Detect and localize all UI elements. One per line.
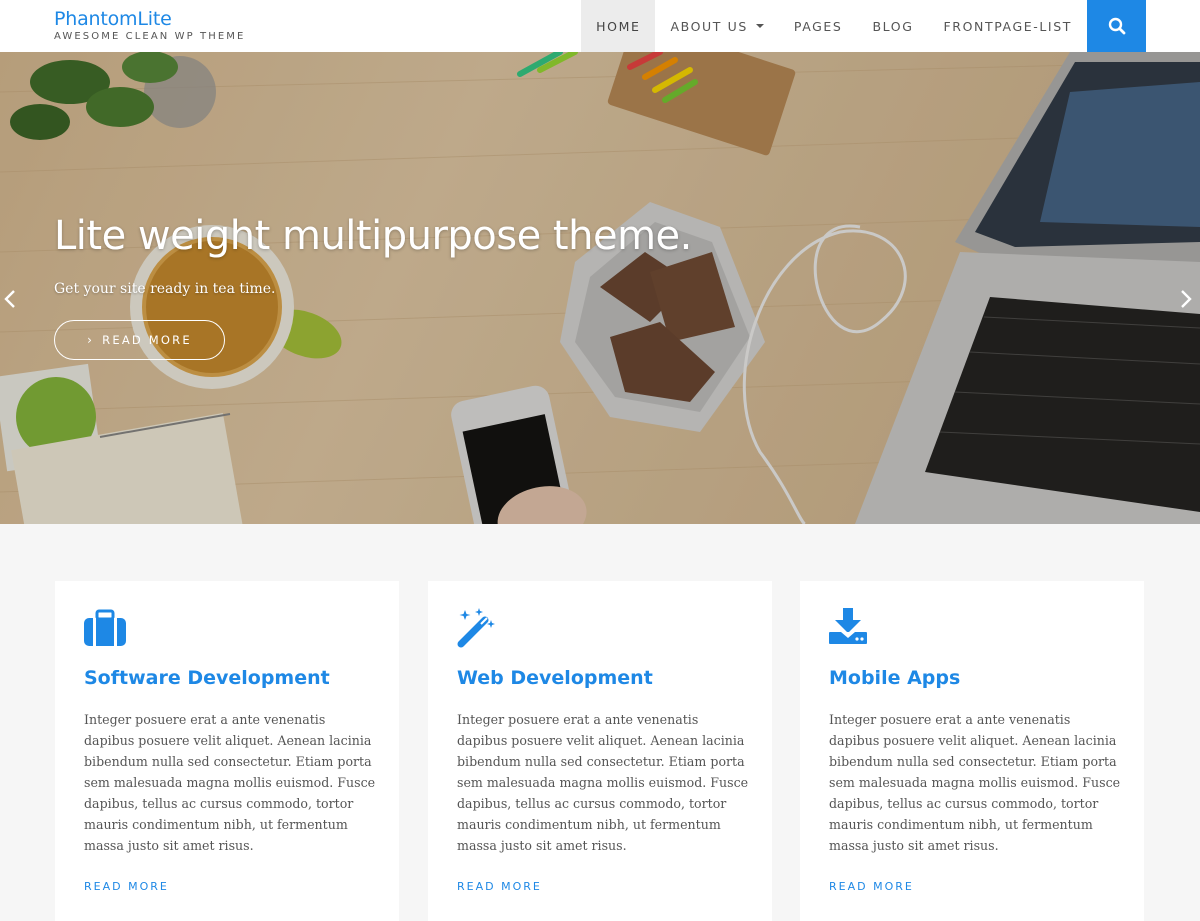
feature-title[interactable]: Web Development	[457, 667, 653, 689]
chevron-right-icon	[1181, 290, 1192, 308]
search-button[interactable]	[1087, 0, 1146, 52]
feature-title[interactable]: Mobile Apps	[829, 667, 960, 689]
feature-text: Integer posuere erat a ante venenatis da…	[829, 712, 1121, 853]
nav-item-label: BLOG	[872, 18, 914, 34]
hero-read-more-button[interactable]: › READ MORE	[54, 320, 225, 360]
feature-title[interactable]: Software Development	[84, 667, 330, 689]
main-nav: HOME ABOUT US PAGES BLOG FRONTPAGE-LIST	[581, 0, 1146, 52]
feature-text: Integer posuere erat a ante venenatis da…	[457, 712, 749, 853]
nav-item-frontpage-list[interactable]: FRONTPAGE-LIST	[929, 0, 1088, 52]
feature-card-mobile: Mobile Apps Integer posuere erat a ante …	[800, 581, 1144, 921]
feature-card-software: Software Development Integer posuere era…	[55, 581, 399, 921]
site-title[interactable]: PhantomLite	[54, 8, 245, 30]
site-tagline: AWESOME CLEAN WP THEME	[54, 31, 246, 42]
hero-button-label: READ MORE	[102, 333, 192, 347]
chevron-left-icon	[4, 290, 15, 308]
feature-text: Integer posuere erat a ante venenatis da…	[84, 712, 376, 853]
feature-card-web: Web Development Integer posuere erat a a…	[428, 581, 772, 921]
nav-item-about-us[interactable]: ABOUT US	[655, 0, 778, 52]
nav-item-home[interactable]: HOME	[581, 0, 656, 52]
nav-item-label: HOME	[596, 18, 641, 34]
hero-slider: Lite weight multipurpose theme. Get your…	[0, 52, 1200, 524]
chevron-right-icon: ›	[87, 333, 95, 347]
nav-item-label: PAGES	[793, 18, 843, 34]
download-icon	[829, 608, 867, 644]
nav-item-label: ABOUT US	[670, 18, 748, 34]
caret-down-icon	[755, 24, 764, 28]
hero-title: Lite weight multipurpose theme.	[54, 213, 692, 259]
site-header: PhantomLite AWESOME CLEAN WP THEME HOME …	[0, 0, 1200, 52]
slider-prev-button[interactable]	[4, 289, 16, 314]
nav-item-label: FRONTPAGE-LIST	[943, 18, 1072, 34]
brand[interactable]: PhantomLite AWESOME CLEAN WP THEME	[54, 8, 245, 43]
read-more-link[interactable]: READ MORE	[457, 880, 542, 893]
read-more-link[interactable]: READ MORE	[829, 880, 914, 893]
briefcase-icon	[84, 609, 126, 646]
hero-subtitle: Get your site ready in tea time.	[54, 281, 276, 297]
search-icon	[1108, 17, 1125, 35]
read-more-link[interactable]: READ MORE	[84, 880, 169, 893]
nav-item-blog[interactable]: BLOG	[857, 0, 928, 52]
slider-next-button[interactable]	[1180, 289, 1192, 314]
magic-wand-icon	[457, 608, 495, 648]
nav-item-pages[interactable]: PAGES	[779, 0, 858, 52]
